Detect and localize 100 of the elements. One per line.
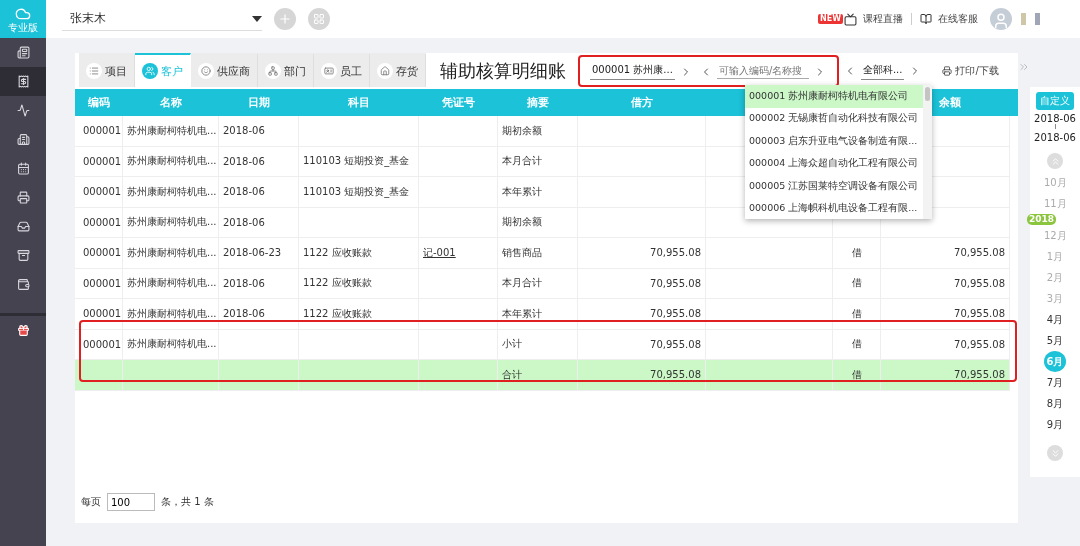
table-cell: 000001 [83,186,122,198]
table-cell: 70,955.08 [954,308,1005,320]
table-cell: 70,955.08 [650,369,701,381]
table-cell: 000001 [83,247,122,259]
table-cell: 借 [851,306,862,321]
table-cell: 销售商品 [502,245,542,260]
table-cell: 70,955.08 [954,247,1005,259]
add-button[interactable] [274,8,296,30]
table-cell: 70,955.08 [954,277,1005,289]
gift-icon [16,324,30,337]
month-item[interactable]: 7月 [1044,372,1066,393]
month-item[interactable]: 5月 [1044,330,1066,351]
scrollbar-thumb[interactable] [925,87,930,101]
book-icon [920,13,932,25]
avatar[interactable] [990,8,1012,30]
column-header: 余额 [938,95,961,110]
month-item[interactable]: 8月 [1044,393,1066,414]
table-cell: 2018-06 [223,125,265,137]
column-header: 编码 [88,95,110,110]
table-cell: 借 [851,245,862,260]
wallet-icon [16,278,30,291]
month-item[interactable]: 9月 [1044,414,1066,435]
column-header: 名称 [160,95,182,110]
live-link[interactable]: 课程直播 [863,12,903,26]
table-cell: 70,955.08 [650,338,701,350]
table-cell: 000001 [83,308,122,320]
grid-button[interactable] [308,8,330,30]
tab[interactable]: 供应商 [191,53,258,87]
table-cell: 70,955.08 [650,277,701,289]
collapse-icon[interactable] [1018,61,1030,73]
table-cell: 本月合计 [502,154,542,169]
scroll-up-button[interactable] [1047,153,1063,169]
table-cell: 2018-06 [223,186,265,198]
table-cell: 苏州康耐柯特机电... [127,306,217,321]
scroll-down-button[interactable] [1047,445,1063,461]
search-field[interactable]: 可输入编码/名称搜 [716,64,809,79]
table-cell: 借 [851,337,862,352]
table-cell: 苏州康耐柯特机电... [127,123,217,138]
start-date: 2018-06 [1034,113,1076,124]
tab[interactable]: 员工 [314,53,370,87]
network-icon [265,63,281,79]
user-icon [992,12,1010,30]
table-cell: 期初余额 [502,123,542,138]
entity-select[interactable]: 000001 苏州康... [590,63,675,80]
table-cell: 70,955.08 [650,247,701,259]
dropdown-option[interactable]: 000001 苏州康耐柯特机电有限公司 [745,85,923,108]
per-page-field[interactable]: 100 [107,493,155,511]
table-cell: 2018-06 [223,155,265,167]
tv-icon [844,12,857,26]
building-icon [16,133,30,146]
users-icon [142,63,158,79]
table-cell: 期初余额 [502,215,542,230]
tab[interactable]: 部门 [258,53,314,87]
subject-select[interactable]: 全部科... [860,62,905,80]
logo-label: 专业版 [8,21,38,33]
column-header: 科目 [348,95,370,110]
column-header: 借方 [631,95,653,110]
table-cell: 苏州康耐柯特机电... [127,184,217,199]
sidebar-item[interactable] [0,67,46,96]
table-cell: 借 [851,276,862,291]
table-cell: 苏州康耐柯特机电... [127,245,217,260]
table-cell: 2018-06 [223,308,265,320]
house-icon [377,63,393,79]
calendar-icon [16,162,30,175]
newspaper-icon [16,46,30,59]
table-cell: 70,955.08 [954,338,1005,350]
table-cell: 70,955.08 [954,369,1005,381]
page-title: 辅助核算明细账 [440,59,566,83]
line-chart-icon [16,104,30,117]
table-cell: 2018-06 [223,216,265,228]
table-cell: 2018-06 [223,277,265,289]
column-header: 摘要 [527,95,549,110]
table-cell: 借 [851,367,862,382]
month-item[interactable]: 4月 [1044,309,1066,330]
table-cell: 合计 [502,367,522,382]
table-cell: 000001 [83,216,122,228]
table-cell: 1122 应收账款 [303,245,372,260]
dropdown-option[interactable]: 000006 上海帜科机电设备工程有限... [745,197,923,219]
table-cell: 000001 [83,277,122,289]
printer-icon [16,191,30,204]
printer-icon [942,66,953,76]
account-select[interactable]: 张末木 [62,7,262,31]
table-cell: 000001 [83,125,122,137]
column-header: 凭证号 [442,95,475,110]
year-badge: 2018 [1027,214,1057,225]
archive-icon [16,249,30,262]
tab[interactable]: 存货 [370,53,426,87]
id-card-icon [321,63,337,79]
table-cell: 110103 短期投资_基金 [303,154,410,169]
table-cell: 苏州康耐柯特机电... [127,276,217,291]
print-button[interactable]: 打印/下载 [936,63,1005,79]
voucher-link[interactable]: 记-001 [423,245,456,260]
table-cell: 110103 短期投资_基金 [303,184,410,199]
table-cell: 小计 [502,337,522,352]
smile-icon [198,63,214,79]
table-cell: 本年累计 [502,184,542,199]
new-badge: NEW [818,14,843,24]
end-date: 2018-06 [1034,132,1076,143]
table-cell: 1122 应收账款 [303,276,372,291]
service-link[interactable]: 在线客服 [938,12,978,26]
